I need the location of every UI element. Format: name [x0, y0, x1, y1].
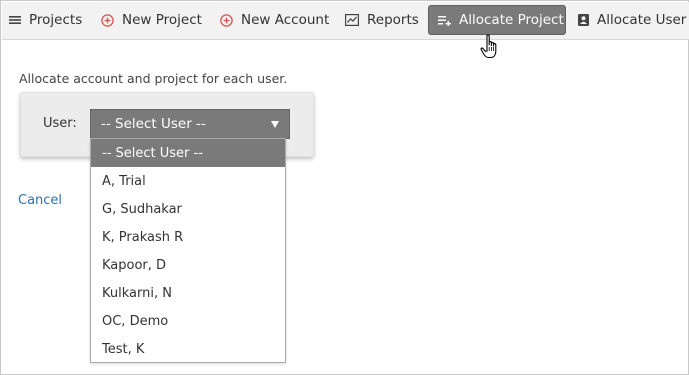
instruction-text: Allocate account and project for each us…	[19, 71, 288, 86]
dropdown-option[interactable]: G, Sudhakar	[91, 195, 285, 223]
hand-cursor-icon	[479, 34, 503, 62]
nav-allocate-user-label: Allocate User	[597, 12, 687, 28]
app-window: Projects New Project New Account Reports…	[0, 0, 689, 375]
nav-allocate-user[interactable]: Allocate User	[578, 5, 686, 35]
chevron-down-icon	[271, 121, 279, 128]
dropdown-option[interactable]: K, Prakash R	[91, 223, 285, 251]
user-dropdown-list: -- Select User -- A, Trial G, Sudhakar K…	[90, 138, 286, 363]
dropdown-option[interactable]: Test, K	[91, 335, 285, 363]
plus-circle-icon	[101, 13, 114, 27]
nav-reports[interactable]: Reports	[345, 5, 419, 35]
nav-allocate-project[interactable]: Allocate Project	[428, 5, 566, 35]
dropdown-option[interactable]: A, Trial	[91, 167, 285, 195]
nav-projects[interactable]: Projects	[9, 5, 82, 35]
user-card-icon	[578, 14, 589, 26]
playlist-add-icon	[438, 15, 451, 26]
nav-new-project[interactable]: New Project	[101, 5, 202, 35]
nav-new-project-label: New Project	[122, 12, 202, 28]
user-select[interactable]: -- Select User --	[90, 109, 290, 139]
user-select-value: -- Select User --	[101, 116, 206, 132]
nav-allocate-project-label: Allocate Project	[459, 12, 564, 28]
nav-projects-label: Projects	[29, 12, 83, 28]
dropdown-option[interactable]: Kapoor, D	[91, 251, 285, 279]
plus-circle-icon	[220, 13, 233, 27]
user-label: User:	[43, 116, 77, 131]
cancel-link[interactable]: Cancel	[18, 193, 62, 208]
dropdown-option[interactable]: OC, Demo	[91, 307, 285, 335]
nav-reports-label: Reports	[367, 12, 419, 28]
nav-new-account[interactable]: New Account	[220, 5, 329, 35]
chart-icon	[345, 14, 359, 26]
dropdown-option[interactable]: Kulkarni, N	[91, 279, 285, 307]
top-navbar: Projects New Project New Account Reports…	[2, 2, 689, 40]
dropdown-option[interactable]: -- Select User --	[91, 139, 285, 167]
list-icon	[9, 15, 21, 25]
nav-new-account-label: New Account	[241, 12, 330, 28]
